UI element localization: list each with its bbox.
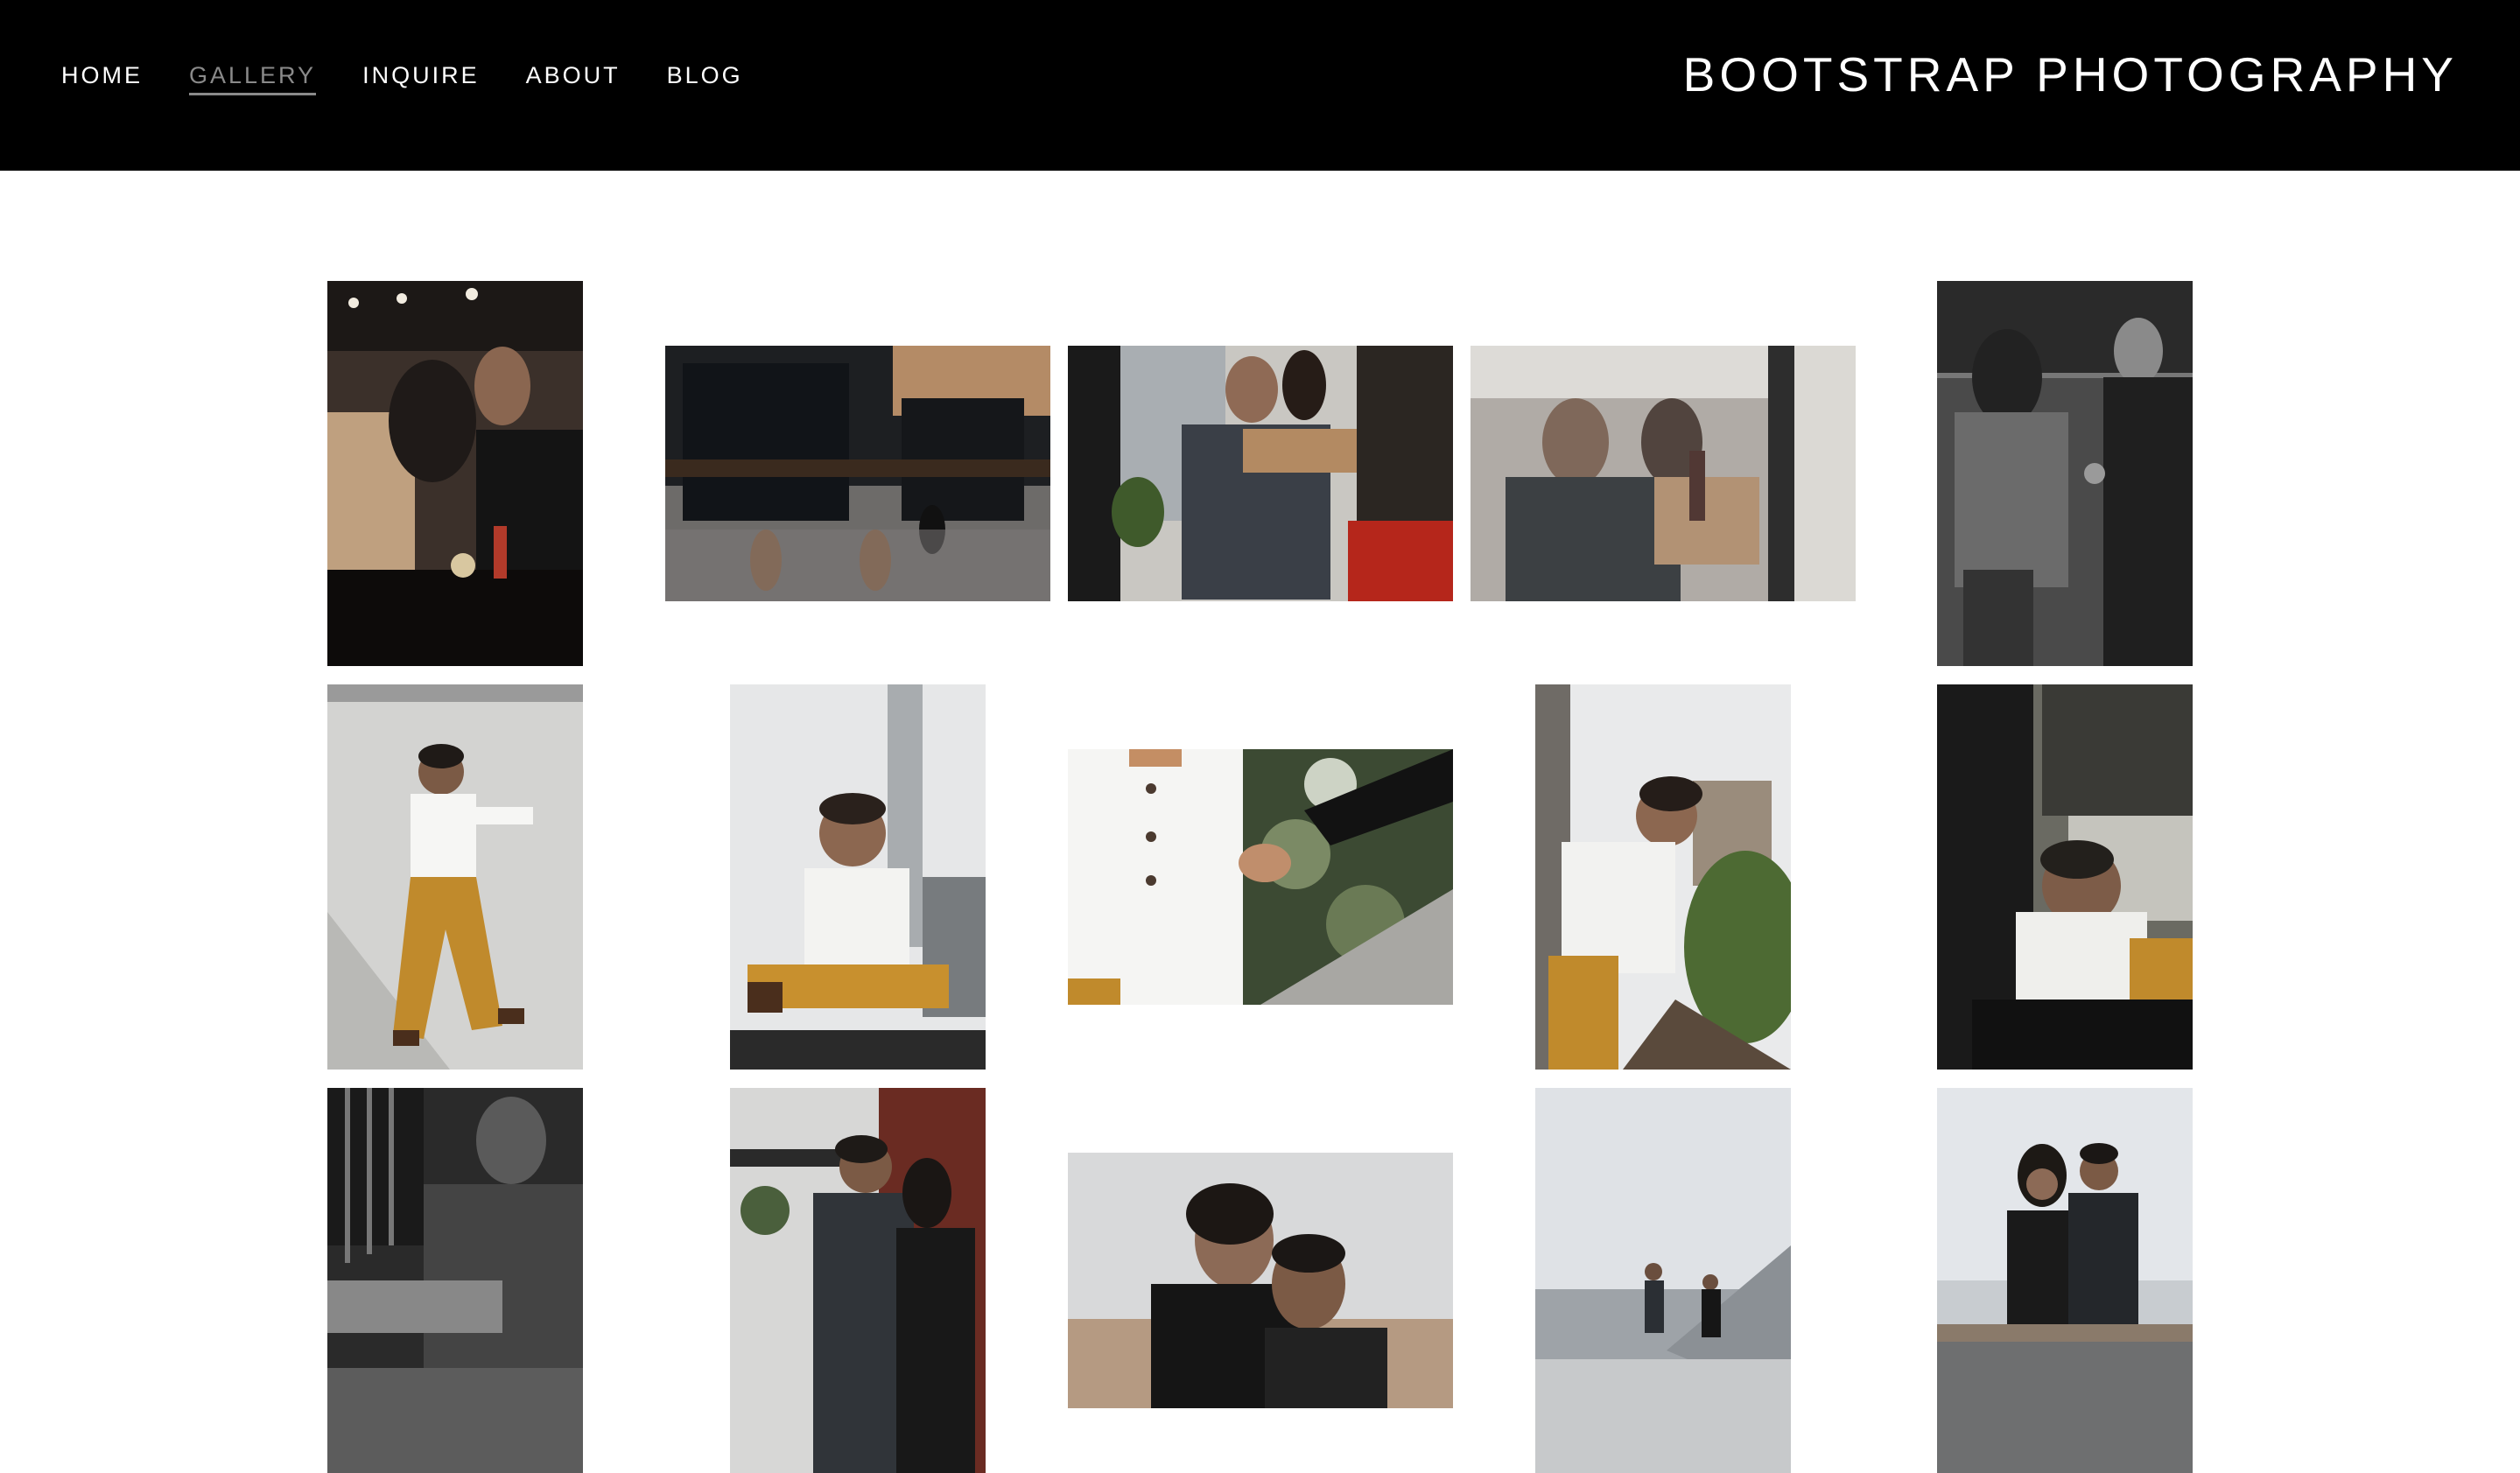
gallery-photo-couple-hug-closeup[interactable] bbox=[1068, 1153, 1453, 1408]
gallery-photo-couple-hug-brick-building[interactable] bbox=[730, 1088, 986, 1473]
gallery-photo-boy-sitting-smile[interactable] bbox=[730, 684, 986, 1070]
gallery-photo-man-bw-stairs[interactable] bbox=[327, 1088, 583, 1473]
photo-gallery bbox=[0, 171, 2520, 1473]
gallery-photo-couple-bw-window[interactable] bbox=[1937, 281, 2193, 666]
nav-gallery-link[interactable]: GALLERY bbox=[189, 64, 317, 95]
gallery-photo-boy-bw-hug-mom[interactable] bbox=[1937, 684, 2193, 1070]
gallery-photo-boy-wall-lean[interactable] bbox=[327, 684, 583, 1070]
gallery-photo-couple-walking-rooftop[interactable] bbox=[1535, 1088, 1791, 1473]
site-header: HOME GALLERY INQUIRE ABOUT BLOG BOOTSTRA… bbox=[0, 0, 2520, 171]
gallery-photo-couple-sitting-ledge[interactable] bbox=[1937, 1088, 2193, 1473]
nav-blog-link[interactable]: BLOG bbox=[667, 64, 743, 95]
gallery-photo-couple-window-reflection[interactable] bbox=[1471, 346, 1856, 601]
nav-inquire-link[interactable]: INQUIRE bbox=[362, 64, 480, 95]
site-title-logo[interactable]: BOOTSTRAP PHOTOGRAPHY bbox=[1683, 51, 2458, 99]
gallery-photo-boy-holding-hand[interactable] bbox=[1068, 749, 1453, 1005]
nav-about-link[interactable]: ABOUT bbox=[526, 64, 621, 95]
gallery-photo-couple-kissing-cafe[interactable] bbox=[327, 281, 583, 666]
gallery-photo-couple-legs-bench[interactable] bbox=[665, 346, 1050, 601]
nav-home-link[interactable]: HOME bbox=[61, 64, 143, 95]
gallery-photo-boy-rail-climbing[interactable] bbox=[1535, 684, 1791, 1070]
gallery-photo-couple-hug-smiling-chair[interactable] bbox=[1068, 346, 1453, 601]
main-nav: HOME GALLERY INQUIRE ABOUT BLOG bbox=[61, 0, 790, 159]
